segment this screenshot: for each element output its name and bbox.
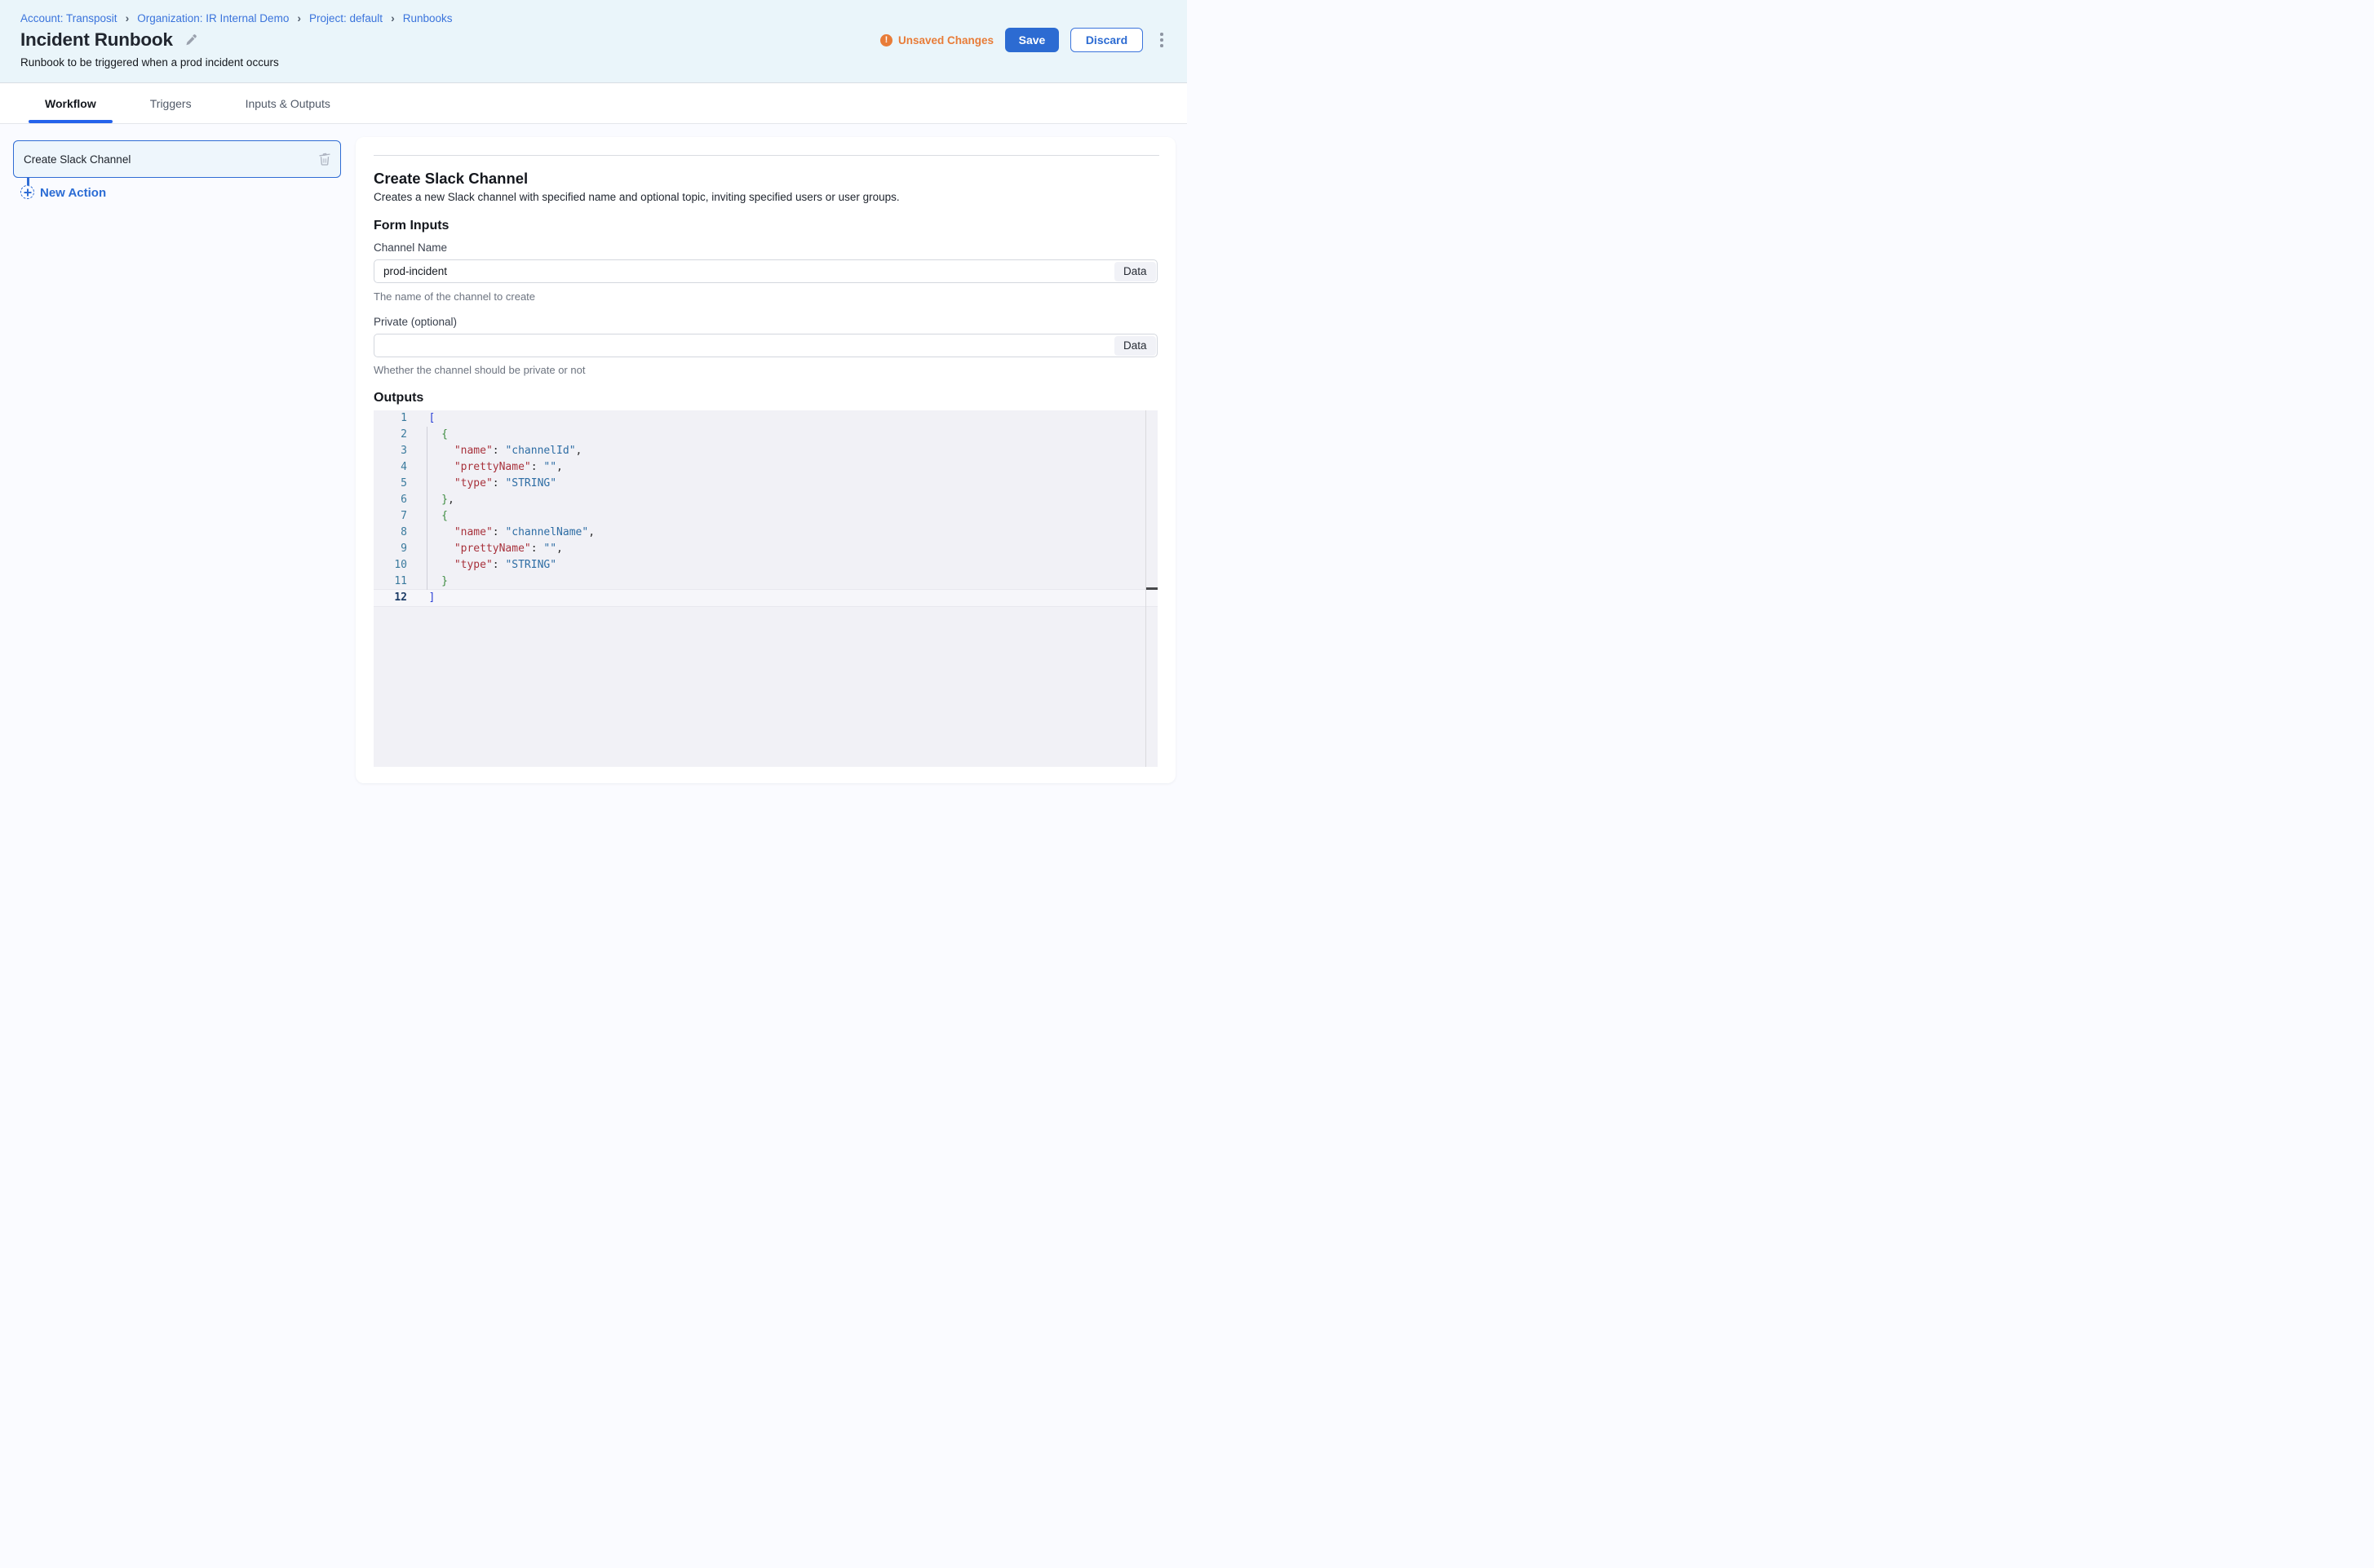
line-number: 6: [374, 492, 414, 508]
discard-button[interactable]: Discard: [1070, 28, 1143, 52]
code-lines: 1[2 {3 "name": "channelId",4 "prettyName…: [374, 410, 1158, 606]
code-line: 3 "name": "channelId",: [374, 443, 1158, 459]
code-text: "name": "channelId",: [414, 443, 582, 459]
unsaved-changes-label: Unsaved Changes: [898, 34, 994, 47]
code-line: 7 {: [374, 508, 1158, 525]
line-number: 12: [374, 590, 414, 606]
breadcrumb-separator: ›: [297, 11, 301, 24]
breadcrumb: Account: Transposit › Organization: IR Int…: [20, 11, 453, 24]
form-inputs-heading: Form Inputs: [374, 219, 449, 233]
code-line: 8 "name": "channelName",: [374, 525, 1158, 541]
new-action-plus-icon[interactable]: [20, 185, 34, 199]
breadcrumb-link[interactable]: Project: default: [309, 12, 383, 24]
action-detail-panel: Create Slack Channel Creates a new Slack…: [356, 137, 1176, 783]
new-action-button[interactable]: New Action: [40, 186, 106, 200]
line-number: 10: [374, 557, 414, 574]
more-options-icon[interactable]: [1154, 28, 1169, 52]
tab-triggers[interactable]: Triggers: [134, 83, 208, 123]
code-text: {: [414, 508, 448, 525]
breadcrumb-link[interactable]: Account: Transposit: [20, 12, 117, 24]
breadcrumb-link[interactable]: Organization: IR Internal Demo: [137, 12, 289, 24]
line-number: 11: [374, 574, 414, 590]
line-number: 1: [374, 410, 414, 427]
top-divider: [374, 155, 1159, 156]
line-number: 4: [374, 459, 414, 476]
channel-name-label: Channel Name: [374, 241, 447, 254]
code-text: "type": "STRING": [414, 557, 556, 574]
tab-workflow[interactable]: Workflow: [29, 83, 113, 123]
code-text: },: [414, 492, 454, 508]
tab-inputs-outputs[interactable]: Inputs & Outputs: [229, 83, 347, 123]
code-line: 10 "type": "STRING": [374, 557, 1158, 574]
breadcrumb-separator: ›: [391, 11, 395, 24]
line-number: 3: [374, 443, 414, 459]
private-data-button[interactable]: Data: [1114, 336, 1156, 356]
page-subtitle: Runbook to be triggered when a prod inci…: [20, 56, 279, 69]
channel-name-input[interactable]: [374, 259, 1158, 283]
channel-name-field-wrap: Data: [374, 259, 1158, 283]
editor-scrollbar-marker[interactable]: [1146, 587, 1158, 590]
breadcrumb-link[interactable]: Runbooks: [403, 12, 453, 24]
code-line: 12]: [374, 590, 1158, 606]
line-number: 9: [374, 541, 414, 557]
workflow-action-card[interactable]: Create Slack Channel: [13, 140, 341, 178]
code-text: ]: [414, 590, 435, 606]
code-text: [: [414, 410, 435, 427]
code-line: 9 "prettyName": "",: [374, 541, 1158, 557]
code-text: }: [414, 574, 448, 590]
edit-title-icon[interactable]: [184, 33, 197, 47]
action-card-label: Create Slack Channel: [24, 153, 131, 166]
line-number: 2: [374, 427, 414, 443]
code-line: 2 {: [374, 427, 1158, 443]
code-line: 5 "type": "STRING": [374, 476, 1158, 492]
code-text: "prettyName": "",: [414, 459, 563, 476]
code-line: 6 },: [374, 492, 1158, 508]
content-area: Create Slack Channel New Action Create S…: [0, 124, 1187, 784]
title-row: Incident Runbook: [20, 29, 197, 51]
breadcrumb-separator: ›: [126, 11, 130, 24]
channel-name-data-button[interactable]: Data: [1114, 262, 1156, 281]
code-line: 4 "prettyName": "",: [374, 459, 1158, 476]
code-text: "name": "channelName",: [414, 525, 595, 541]
code-text: "type": "STRING": [414, 476, 556, 492]
delete-action-icon[interactable]: [317, 152, 332, 166]
private-helper: Whether the channel should be private or…: [374, 364, 585, 376]
workflow-connector-line: [27, 178, 29, 185]
action-detail-description: Creates a new Slack channel with specifi…: [374, 191, 900, 203]
page-header: Account: Transposit › Organization: IR Int…: [0, 0, 1187, 83]
private-field-wrap: Data: [374, 334, 1158, 357]
private-input[interactable]: [374, 334, 1158, 357]
unsaved-changes-status: ! Unsaved Changes: [880, 34, 994, 47]
code-text: {: [414, 427, 448, 443]
outputs-heading: Outputs: [374, 391, 423, 405]
line-number: 5: [374, 476, 414, 492]
tab-bar: Workflow Triggers Inputs & Outputs: [0, 83, 1187, 124]
page-title: Incident Runbook: [20, 29, 173, 51]
action-detail-title: Create Slack Channel: [374, 170, 528, 188]
warning-icon: !: [880, 34, 892, 47]
code-text: "prettyName": "",: [414, 541, 563, 557]
private-label: Private (optional): [374, 316, 457, 328]
save-button[interactable]: Save: [1005, 28, 1059, 52]
channel-name-helper: The name of the channel to create: [374, 290, 535, 303]
outputs-code-editor[interactable]: 1[2 {3 "name": "channelId",4 "prettyName…: [374, 410, 1158, 767]
code-line: 11 }: [374, 574, 1158, 590]
header-actions: ! Unsaved Changes Save Discard: [880, 28, 1169, 52]
code-line: 1[: [374, 410, 1158, 427]
line-number: 7: [374, 508, 414, 525]
line-number: 8: [374, 525, 414, 541]
